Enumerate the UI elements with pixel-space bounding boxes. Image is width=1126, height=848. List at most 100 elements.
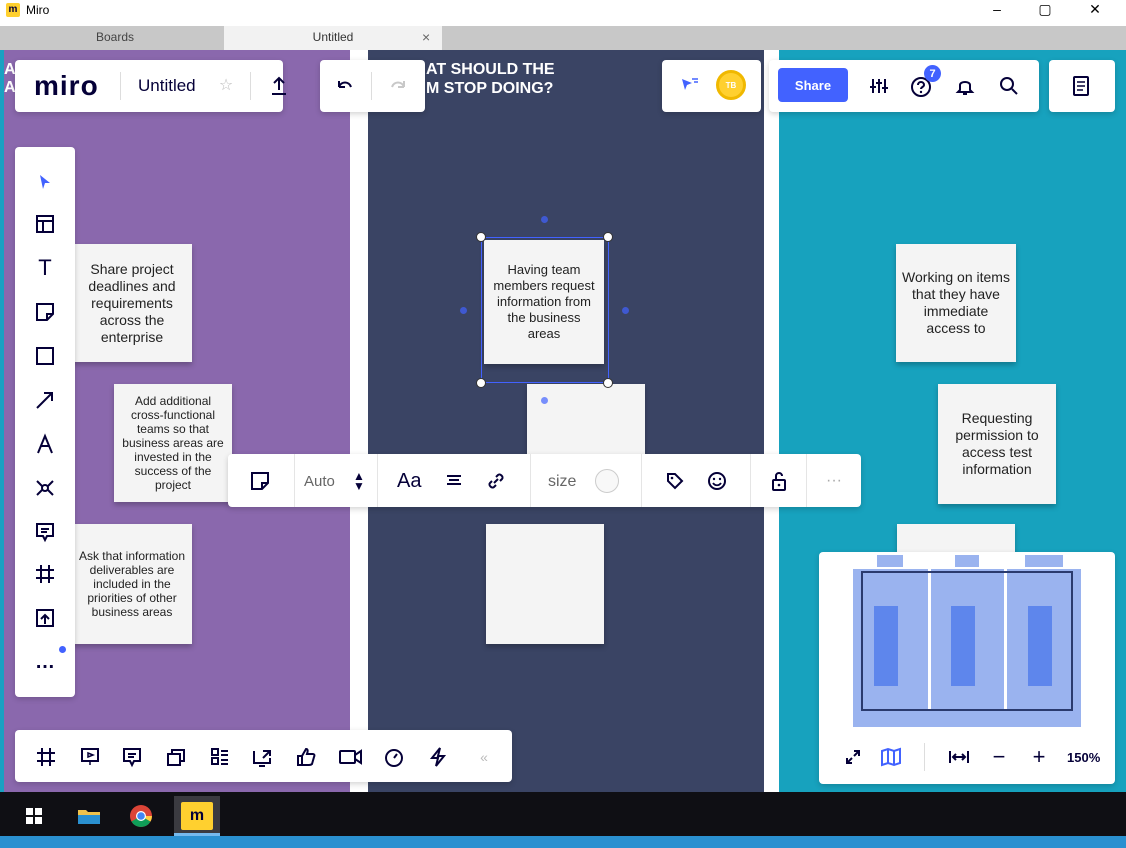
kanban-icon[interactable] [206, 743, 234, 771]
connector-dot[interactable] [541, 216, 548, 223]
cursor-follow-icon[interactable] [674, 72, 706, 100]
font-style-button[interactable]: Aa [397, 470, 421, 493]
minimize-button[interactable]: – [974, 0, 1020, 20]
left-heading-fragment-1: A [4, 61, 16, 78]
column-divider [764, 50, 779, 792]
chrome-icon[interactable] [124, 800, 158, 832]
file-explorer-icon[interactable] [72, 802, 106, 830]
windows-start-icon[interactable] [18, 802, 50, 830]
resize-handle[interactable] [476, 378, 486, 388]
color-picker-swatch[interactable] [595, 469, 619, 493]
more-options-icon[interactable]: ··· [820, 468, 848, 494]
minimap-block [877, 555, 903, 567]
tag-icon[interactable] [661, 468, 689, 494]
windows-taskbar [0, 792, 1126, 836]
maximize-button[interactable]: ▢ [1022, 0, 1068, 20]
frame-icon[interactable] [15, 556, 75, 592]
connector-dot[interactable] [622, 307, 629, 314]
link-icon[interactable] [482, 468, 510, 494]
lightning-icon[interactable] [424, 743, 452, 771]
notification-badge: 7 [924, 65, 941, 82]
text-align-icon[interactable] [440, 468, 468, 494]
lock-icon[interactable] [765, 468, 793, 494]
fit-to-screen-icon[interactable] [945, 745, 973, 769]
tab-bar: Boards Untitled × [0, 26, 1126, 50]
sticky-note[interactable]: Working on items that they have immediat… [896, 244, 1016, 362]
upload-file-icon[interactable] [15, 600, 75, 636]
zoom-level[interactable]: 150% [1067, 750, 1100, 765]
voting-icon[interactable] [292, 743, 320, 771]
templates-icon[interactable] [15, 206, 75, 242]
divider [120, 72, 121, 100]
timer-icon[interactable] [380, 743, 408, 771]
redo-icon[interactable] [383, 72, 413, 100]
tab-boards[interactable]: Boards [6, 26, 224, 50]
emoji-icon[interactable] [703, 468, 731, 494]
select-cursor-icon[interactable] [15, 164, 75, 200]
divider [750, 454, 751, 507]
resize-handle[interactable] [476, 232, 486, 242]
resize-handle[interactable] [603, 232, 613, 242]
divider [250, 72, 251, 100]
miro-taskbar-icon[interactable]: m [181, 802, 213, 830]
more-tools-icon[interactable]: … [15, 644, 75, 680]
connector-dot[interactable] [541, 397, 548, 404]
miro-app-icon: m [6, 3, 20, 17]
presentation-icon[interactable] [76, 743, 104, 771]
window-titlebar: m Miro – ▢ ✕ [0, 0, 1126, 20]
star-icon[interactable]: ☆ [216, 75, 236, 95]
minimap-viewport[interactable] [861, 571, 1073, 711]
minimap-block [853, 715, 1081, 727]
comment-icon[interactable] [15, 514, 75, 550]
zoom-in-icon[interactable]: + [1025, 744, 1053, 769]
divider [530, 454, 531, 507]
sticky-note[interactable]: Ask that information deliverables are in… [72, 524, 192, 644]
notes-icon[interactable] [1066, 72, 1096, 100]
board-name[interactable]: Untitled [138, 76, 196, 96]
new-feature-dot [59, 646, 66, 653]
share-button[interactable]: Share [778, 68, 848, 102]
bell-icon[interactable] [950, 72, 980, 100]
window-title: Miro [26, 3, 50, 17]
tab-close-icon[interactable]: × [422, 26, 430, 48]
left-heading-fragment-2: A [4, 79, 16, 96]
board-edge [0, 50, 4, 792]
sticky-note-empty[interactable] [527, 384, 645, 464]
sticky-note[interactable]: Requesting permission to access test inf… [938, 384, 1056, 504]
collapse-icon[interactable]: « [470, 743, 498, 771]
cards-icon[interactable] [162, 743, 190, 771]
shape-icon[interactable] [15, 338, 75, 374]
font-size-auto[interactable]: Auto [304, 473, 335, 490]
zoom-out-icon[interactable]: − [985, 744, 1013, 769]
undo-icon[interactable] [330, 72, 360, 100]
avatar[interactable]: TB [716, 70, 746, 100]
sticky-note[interactable]: Add additional cross-functional teams so… [114, 384, 232, 502]
tab-untitled[interactable]: Untitled [224, 26, 442, 50]
chat-icon[interactable] [118, 743, 146, 771]
sticky-style-icon[interactable] [245, 468, 275, 494]
connector-dot[interactable] [460, 307, 467, 314]
selection-frame [481, 237, 609, 383]
close-window-button[interactable]: ✕ [1072, 0, 1118, 20]
divider [294, 454, 295, 507]
search-icon[interactable] [994, 72, 1024, 100]
frames-icon[interactable] [32, 743, 60, 771]
mind-map-icon[interactable] [15, 470, 75, 506]
pen-icon[interactable] [15, 426, 75, 462]
fullscreen-icon[interactable] [840, 745, 866, 769]
upload-icon[interactable] [264, 72, 294, 100]
settings-sliders-icon[interactable] [864, 72, 894, 100]
sticky-note-empty[interactable] [486, 524, 604, 644]
screen-share-icon[interactable] [248, 743, 276, 771]
sticky-note-icon[interactable] [15, 294, 75, 330]
video-call-icon[interactable] [336, 743, 366, 771]
miro-logo[interactable]: miro [34, 70, 99, 102]
resize-handle[interactable] [603, 378, 613, 388]
arrow-line-icon[interactable] [15, 382, 75, 418]
screen-bottom-bar [0, 836, 1126, 848]
middle-heading-line2: M STOP DOING? [426, 80, 554, 97]
font-size-stepper-icon[interactable]: ▲ ▼ [350, 468, 368, 494]
text-tool-icon[interactable]: T [15, 250, 75, 286]
map-icon[interactable] [878, 745, 904, 769]
sticky-note[interactable]: Share project deadlines and requirements… [72, 244, 192, 362]
